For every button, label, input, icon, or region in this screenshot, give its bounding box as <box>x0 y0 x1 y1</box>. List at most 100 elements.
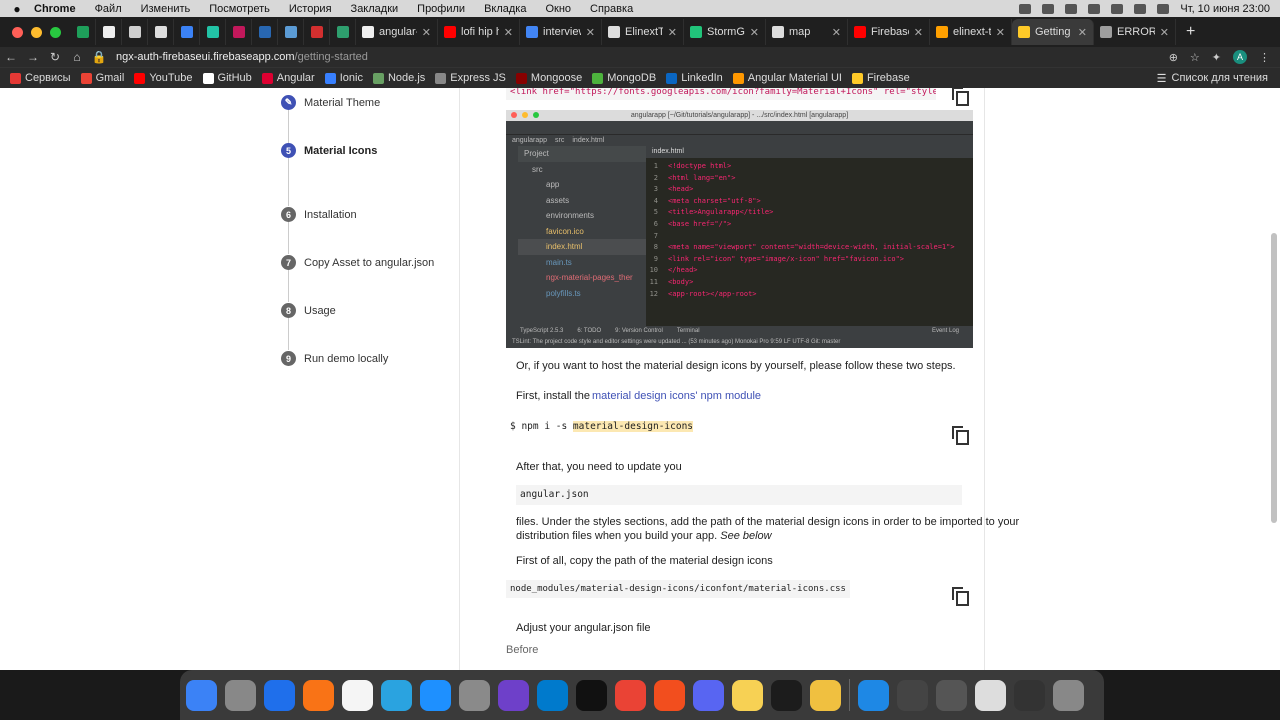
step-copy-asset[interactable]: 7 Copy Asset to angular.json <box>281 255 434 270</box>
browser-tab[interactable]: elinext-tes ✕ <box>930 19 1012 45</box>
address-bar[interactable]: ngx-auth-firebaseui.firebaseapp.com/gett… <box>116 51 368 63</box>
step-material-theme[interactable]: ✎ Material Theme <box>281 95 380 110</box>
bookmark-item[interactable]: MongoDB <box>592 72 656 84</box>
dock-app-icon[interactable] <box>420 679 451 711</box>
bookmark-item[interactable]: Mongoose <box>515 72 582 84</box>
browser-tab[interactable] <box>200 19 226 45</box>
page-scrollbar[interactable] <box>1271 233 1277 523</box>
dock-app-icon[interactable] <box>936 679 967 711</box>
menu-tab[interactable]: Вкладка <box>484 3 526 15</box>
minimize-window-button[interactable] <box>31 26 42 38</box>
dock-app-icon[interactable] <box>615 679 646 711</box>
bookmark-item[interactable]: GitHub <box>202 72 252 84</box>
dock-app-icon[interactable] <box>732 679 763 711</box>
reload-icon[interactable]: ↻ <box>44 50 66 64</box>
bookmark-item[interactable]: Gmail <box>80 72 124 84</box>
dock-app-icon[interactable] <box>654 679 685 711</box>
menu-app[interactable]: Chrome <box>34 3 76 15</box>
dock-app-icon[interactable] <box>264 679 295 711</box>
menu-profiles[interactable]: Профили <box>417 3 465 15</box>
back-icon[interactable]: ← <box>0 50 22 64</box>
browser-tab[interactable] <box>148 19 174 45</box>
browser-tab[interactable] <box>174 19 200 45</box>
dock-app-icon[interactable] <box>537 679 568 711</box>
control-center-icon[interactable] <box>1157 3 1170 14</box>
browser-tab[interactable] <box>226 19 252 45</box>
bookmark-item[interactable]: Angular <box>261 72 315 84</box>
browser-tab[interactable]: lofi hip hop ✕ <box>438 19 520 45</box>
browser-tab[interactable] <box>330 19 356 45</box>
wifi-icon[interactable] <box>1134 3 1147 14</box>
more-menu-icon[interactable]: ⋮ <box>1259 51 1270 64</box>
close-tab-icon[interactable]: ✕ <box>1078 26 1087 39</box>
menu-view[interactable]: Посмотреть <box>209 3 270 15</box>
bookmark-item[interactable]: Сервисы <box>10 72 71 84</box>
extensions-icon[interactable]: ✦ <box>1212 51 1221 64</box>
step-usage[interactable]: 8 Usage <box>281 303 336 318</box>
menu-help[interactable]: Справка <box>590 3 633 15</box>
bookmark-item[interactable]: Angular Material UI <box>732 72 842 84</box>
copy-icon[interactable] <box>952 587 969 606</box>
status-icon[interactable] <box>1019 3 1032 14</box>
browser-tab[interactable] <box>278 19 304 45</box>
browser-tab[interactable]: angular-lea ✕ <box>356 19 438 45</box>
dock-app-icon[interactable] <box>771 679 802 711</box>
dock-app-icon[interactable] <box>498 679 529 711</box>
browser-tab[interactable]: StormGain ✕ <box>684 19 766 45</box>
dock-app-icon[interactable] <box>303 679 334 711</box>
menu-history[interactable]: История <box>289 3 332 15</box>
menu-file[interactable]: Файл <box>95 3 122 15</box>
dock-app-icon[interactable] <box>576 679 607 711</box>
dock-app-icon[interactable] <box>810 679 841 711</box>
close-tab-icon[interactable]: ✕ <box>914 26 923 39</box>
dock-app-icon[interactable] <box>381 679 412 711</box>
close-tab-icon[interactable]: ✕ <box>504 26 513 39</box>
search-icon[interactable] <box>1088 3 1101 14</box>
bookmark-item[interactable]: Firebase <box>851 72 910 84</box>
step-material-icons[interactable]: 5 Material Icons <box>281 143 377 158</box>
dock-app-icon[interactable] <box>1053 679 1084 711</box>
tab-active[interactable]: Getting Sta ✕ <box>1012 19 1094 45</box>
reading-list-button[interactable]: ☰ Список для чтения <box>1157 72 1280 85</box>
close-tab-icon[interactable]: ✕ <box>422 26 431 39</box>
bookmark-item[interactable]: Node.js <box>372 72 425 84</box>
apple-icon[interactable]: ● <box>0 2 34 16</box>
browser-tab[interactable]: Firebase G ✕ <box>848 19 930 45</box>
browser-tab[interactable]: ERROR Err ✕ <box>1094 19 1176 45</box>
dock-app-icon[interactable] <box>1014 679 1045 711</box>
bookmark-item[interactable]: YouTube <box>134 72 193 84</box>
copy-icon[interactable] <box>952 88 969 106</box>
step-run-demo[interactable]: 9 Run demo locally <box>281 351 388 366</box>
menu-bookmarks[interactable]: Закладки <box>351 3 399 15</box>
status-icon[interactable] <box>1042 3 1055 14</box>
avatar[interactable]: A <box>1233 50 1247 64</box>
npm-module-link[interactable]: material design icons' npm module <box>592 390 761 402</box>
dock-app-icon[interactable] <box>186 679 217 711</box>
browser-tab[interactable] <box>96 19 122 45</box>
browser-tab[interactable] <box>70 19 96 45</box>
battery-icon[interactable] <box>1065 3 1078 14</box>
zoom-window-button[interactable] <box>50 26 61 38</box>
dock-app-icon[interactable] <box>897 679 928 711</box>
menu-edit[interactable]: Изменить <box>141 3 191 15</box>
new-tab-button[interactable]: + <box>1176 23 1205 41</box>
forward-icon[interactable]: → <box>22 50 44 64</box>
dock-app-icon[interactable] <box>459 679 490 711</box>
flag-icon[interactable] <box>1111 3 1124 14</box>
step-installation[interactable]: 6 Installation <box>281 207 357 222</box>
menu-window[interactable]: Окно <box>545 3 571 15</box>
bookmark-item[interactable]: Ionic <box>324 72 363 84</box>
close-tab-icon[interactable]: ✕ <box>586 26 595 39</box>
browser-tab[interactable]: ElinextTest ✕ <box>602 19 684 45</box>
close-tab-icon[interactable]: ✕ <box>996 26 1005 39</box>
bookmark-star-icon[interactable]: ☆ <box>1190 51 1200 64</box>
bookmark-item[interactable]: Express JS <box>435 72 506 84</box>
browser-tab[interactable]: map ✕ <box>766 19 848 45</box>
copy-icon[interactable] <box>952 426 969 445</box>
browser-tab[interactable]: interview q ✕ <box>520 19 602 45</box>
close-tab-icon[interactable]: ✕ <box>750 26 759 39</box>
dock-app-icon[interactable] <box>225 679 256 711</box>
dock-app-icon[interactable] <box>858 679 889 711</box>
dock-app-icon[interactable] <box>975 679 1006 711</box>
bookmark-item[interactable]: LinkedIn <box>666 72 723 84</box>
